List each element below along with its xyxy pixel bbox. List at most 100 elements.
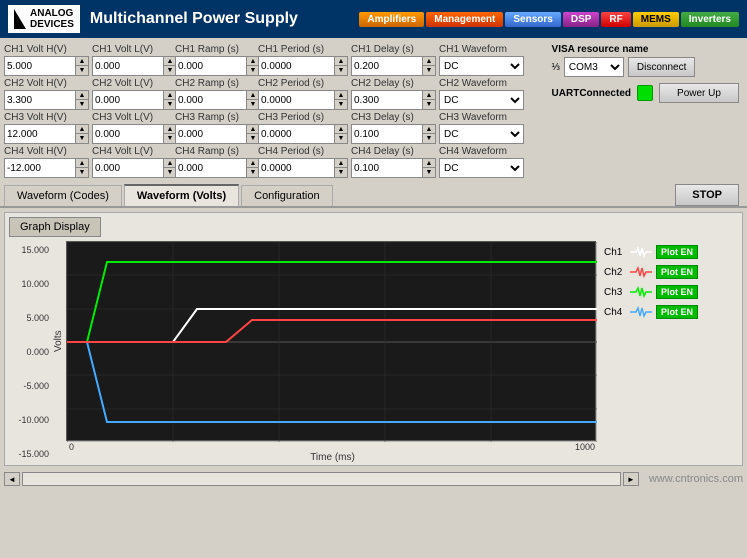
ch3-ramp-input[interactable] (176, 128, 246, 141)
ch4-ramp-input[interactable] (176, 162, 246, 175)
ch2-volt-l-input[interactable] (93, 94, 163, 107)
ch4-volt-l-spinner[interactable]: ▲▼ (92, 158, 177, 178)
ch3-volt-h-spinner[interactable]: ▲▼ (4, 124, 89, 144)
nav-tab-mems[interactable]: MEMS (633, 12, 679, 27)
y-tick-0: 0.000 (11, 347, 49, 357)
ch2-volt-h-spinner[interactable]: ▲▼ (4, 90, 89, 110)
ch3-delay-spinner[interactable]: ▲▼ (351, 124, 436, 144)
ch2-delay-down[interactable]: ▼ (423, 100, 435, 109)
ch1-period-down[interactable]: ▼ (335, 66, 347, 75)
ch1-period-up[interactable]: ▲ (335, 57, 347, 66)
x-axis-ticks: 0 1000 (53, 442, 596, 452)
ch4-waveform-select[interactable]: DCSineSquare (439, 158, 524, 178)
scroll-right-button[interactable]: ► (623, 472, 639, 486)
ch3-period-down[interactable]: ▼ (335, 134, 347, 143)
nav-tab-sensors[interactable]: Sensors (505, 12, 560, 27)
legend-ch2: Ch2 Plot EN (604, 265, 698, 279)
ch1-period-spinner[interactable]: ▲ ▼ (258, 56, 348, 76)
ch4-delay-input[interactable] (352, 162, 422, 175)
ch1-period-input[interactable] (259, 60, 334, 73)
ch4-volt-l-input[interactable] (93, 162, 163, 175)
ch3-volt-h-down[interactable]: ▼ (76, 134, 88, 143)
tab-waveform-codes[interactable]: Waveform (Codes) (4, 185, 122, 206)
ch2-ramp-spinner[interactable]: ▲▼ (175, 90, 260, 110)
ch1-volt-l-spinner[interactable]: ▲ ▼ (92, 56, 177, 76)
ch4-volt-h-up[interactable]: ▲ (76, 159, 88, 168)
ch3-plot-en-button[interactable]: Plot EN (656, 285, 698, 299)
ch2-period-up[interactable]: ▲ (335, 91, 347, 100)
ch1-volt-l-input[interactable] (93, 60, 163, 73)
channel-controls: CH1 Volt H(V) ▲ ▼ CH1 Volt L(V) ▲ ▼ (4, 42, 544, 178)
nav-tab-amplifiers[interactable]: Amplifiers (359, 12, 424, 27)
ch4-period-input[interactable] (259, 162, 334, 175)
ch2-line (67, 320, 597, 342)
ch2-plot-en-button[interactable]: Plot EN (656, 265, 698, 279)
ch1-volt-h-arrows: ▲ ▼ (75, 57, 88, 75)
ch3-period-up[interactable]: ▲ (335, 125, 347, 134)
ch1-plot-en-button[interactable]: Plot EN (656, 245, 698, 259)
ch4-volt-h-down[interactable]: ▼ (76, 168, 88, 177)
ch2-period-input[interactable] (259, 94, 334, 107)
ch2-delay-up[interactable]: ▲ (423, 91, 435, 100)
ch1-volt-h-up[interactable]: ▲ (76, 57, 88, 66)
tab-configuration[interactable]: Configuration (241, 185, 332, 206)
scroll-left-button[interactable]: ◄ (4, 472, 20, 486)
ch2-volt-l-label: CH2 Volt L(V) (92, 78, 177, 89)
ch2-volt-h-down[interactable]: ▼ (76, 100, 88, 109)
ch2-volt-h-up[interactable]: ▲ (76, 91, 88, 100)
ch4-period-up[interactable]: ▲ (335, 159, 347, 168)
ch4-ramp-spinner[interactable]: ▲▼ (175, 158, 260, 178)
stop-button[interactable]: STOP (675, 184, 739, 206)
ch1-ramp-spinner[interactable]: ▲ ▼ (175, 56, 260, 76)
graph-display-tab[interactable]: Graph Display (9, 217, 101, 237)
ch2-delay-spinner[interactable]: ▲▼ (351, 90, 436, 110)
ch2-period-spinner[interactable]: ▲▼ (258, 90, 348, 110)
scroll-track[interactable] (22, 472, 621, 486)
nav-tab-management[interactable]: Management (426, 12, 503, 27)
ch3-delay-down[interactable]: ▼ (423, 134, 435, 143)
ch4-delay-up[interactable]: ▲ (423, 159, 435, 168)
ch2-volt-l-spinner[interactable]: ▲▼ (92, 90, 177, 110)
ch4-period-spinner[interactable]: ▲▼ (258, 158, 348, 178)
ch4-volt-h-spinner[interactable]: ▲▼ (4, 158, 89, 178)
ch2-volt-h-input[interactable] (5, 94, 75, 107)
visa-port-select[interactable]: COM3 (564, 57, 624, 77)
ch4-volt-h-input[interactable] (5, 162, 75, 175)
ch4-period-down[interactable]: ▼ (335, 168, 347, 177)
ch1-delay-input[interactable] (352, 60, 422, 73)
ch4-delay-label: CH4 Delay (s) (351, 146, 436, 157)
nav-tab-inverters[interactable]: Inverters (681, 12, 739, 27)
disconnect-button[interactable]: Disconnect (628, 57, 695, 77)
ch3-ramp-spinner[interactable]: ▲▼ (175, 124, 260, 144)
ch1-delay-down[interactable]: ▼ (423, 66, 435, 75)
ch3-volt-l-input[interactable] (93, 128, 163, 141)
ch4-plot-en-button[interactable]: Plot EN (656, 305, 698, 319)
x-tick-0: 0 (69, 442, 74, 452)
nav-tab-rf[interactable]: RF (601, 12, 630, 27)
nav-tab-dsp[interactable]: DSP (563, 12, 600, 27)
ch3-delay-up[interactable]: ▲ (423, 125, 435, 134)
ch2-period-down[interactable]: ▼ (335, 100, 347, 109)
ch3-period-spinner[interactable]: ▲▼ (258, 124, 348, 144)
ch1-delay-spinner[interactable]: ▲ ▼ (351, 56, 436, 76)
ch3-waveform-select[interactable]: DCSineSquare (439, 124, 524, 144)
ch3-volt-h-input[interactable] (5, 128, 75, 141)
ch2-waveform-select[interactable]: DCSineSquare (439, 90, 524, 110)
tab-waveform-volts[interactable]: Waveform (Volts) (124, 184, 239, 206)
ch4-delay-spinner[interactable]: ▲▼ (351, 158, 436, 178)
ch3-delay-input[interactable] (352, 128, 422, 141)
power-up-button[interactable]: Power Up (659, 83, 739, 103)
ch2-ramp-input[interactable] (176, 94, 246, 107)
ch1-volt-h-spinner[interactable]: ▲ ▼ (4, 56, 89, 76)
ch1-volt-h-down[interactable]: ▼ (76, 66, 88, 75)
ch2-delay-input[interactable] (352, 94, 422, 107)
ch3-volt-l-spinner[interactable]: ▲▼ (92, 124, 177, 144)
ch1-delay-up[interactable]: ▲ (423, 57, 435, 66)
ch3-volt-h-up[interactable]: ▲ (76, 125, 88, 134)
ch1-waveform-select[interactable]: DCSineSquare (439, 56, 524, 76)
ch1-volt-h-input[interactable] (5, 60, 75, 73)
ch3-period-input[interactable] (259, 128, 334, 141)
ch2-volt-h-label: CH2 Volt H(V) (4, 78, 89, 89)
ch4-delay-down[interactable]: ▼ (423, 168, 435, 177)
ch1-ramp-input[interactable] (176, 60, 246, 73)
